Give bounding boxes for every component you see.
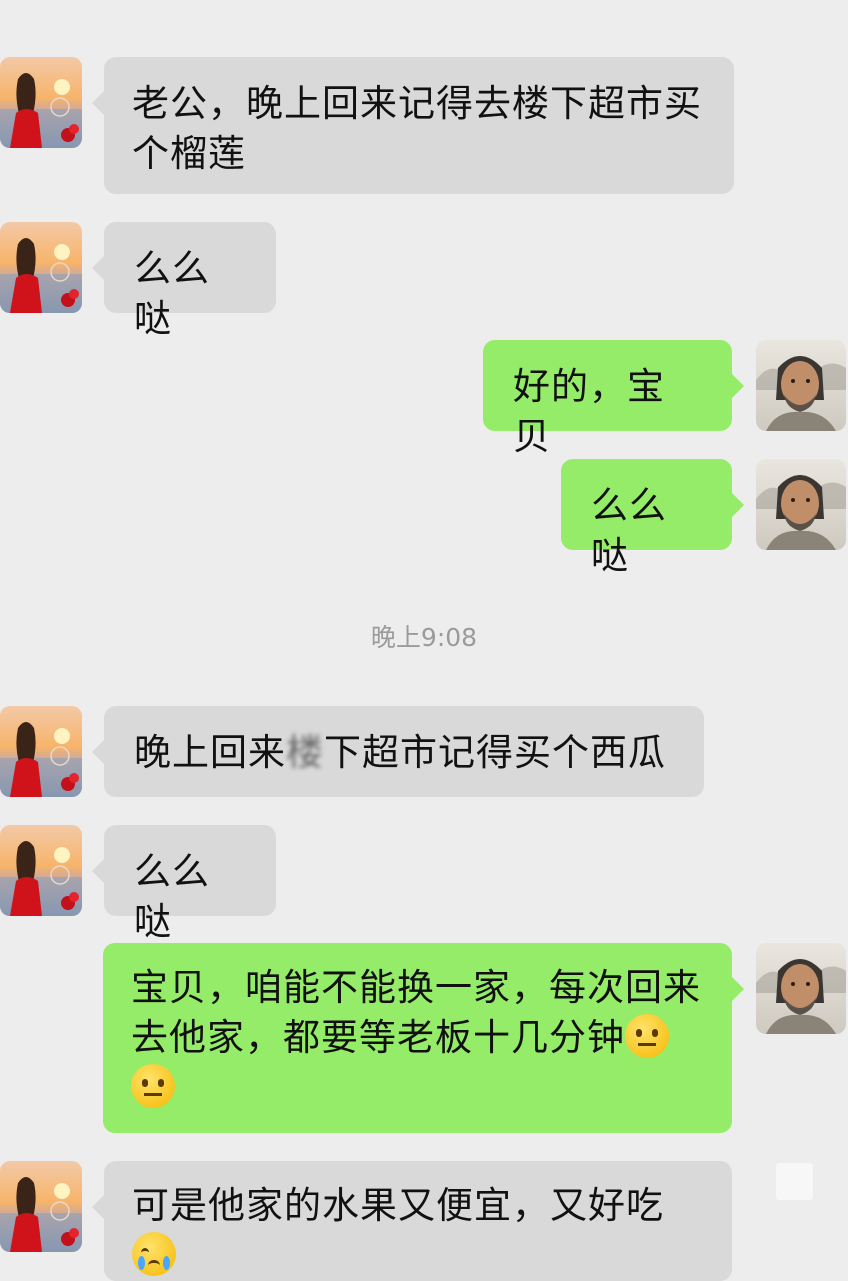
female-avatar[interactable] [0, 1161, 82, 1252]
woman-red-dress-sunset-avatar-icon [0, 1161, 82, 1252]
neutral-face-emoji-icon [625, 1014, 669, 1058]
female-avatar[interactable] [0, 825, 82, 916]
message-text: 么么哒 [591, 484, 667, 577]
neutral-face-emoji-icon [131, 1064, 175, 1108]
message-text-line: 宝贝，咱能不能换一家，每次回来 [131, 966, 701, 1009]
female-avatar[interactable] [0, 222, 82, 313]
message-text: 去他家，都要等老板十几分钟 [131, 1016, 625, 1059]
female-avatar[interactable] [0, 706, 82, 797]
message-bubble-4[interactable]: 么么哒 [561, 459, 744, 577]
message-bubble-2[interactable]: 么么哒 [92, 222, 276, 340]
crying-face-emoji-icon [132, 1232, 176, 1276]
message-bubble-7[interactable]: 宝贝，咱能不能换一家，每次回来 去他家，都要等老板十几分钟 [103, 943, 744, 1133]
message-emoji-line [131, 1063, 704, 1113]
message-text: 么么哒 [134, 247, 210, 340]
man-long-hair-beard-avatar-icon [756, 943, 846, 1034]
message-text: 老公，晚上回来记得去楼下超市买个榴莲 [132, 82, 702, 175]
message-text: 可是他家的水果又便宜，又好吃 [132, 1184, 664, 1227]
man-long-hair-beard-avatar-icon [756, 340, 846, 431]
message-bubble-3[interactable]: 好的，宝贝 [483, 340, 744, 458]
message-text: 么么哒 [134, 850, 210, 943]
woman-red-dress-sunset-avatar-icon [0, 222, 82, 313]
message-bubble-6[interactable]: 么么哒 [92, 825, 276, 943]
man-long-hair-beard-avatar-icon [756, 459, 846, 550]
message-bubble-1[interactable]: 老公，晚上回来记得去楼下超市买个榴莲 [92, 57, 734, 194]
blurred-text: 楼 [286, 731, 324, 774]
floating-square-button[interactable] [776, 1163, 813, 1200]
message-text: 好的，宝贝 [513, 365, 665, 458]
message-text-line: 去他家，都要等老板十几分钟 [131, 1013, 704, 1063]
male-avatar[interactable] [756, 340, 846, 431]
message-bubble-5[interactable]: 晚上回来楼下超市记得买个西瓜 [92, 706, 704, 797]
male-avatar[interactable] [756, 943, 846, 1034]
chat-timestamp: 晚上9:08 [370, 623, 478, 652]
message-text-part: 下超市记得买个西瓜 [324, 731, 666, 774]
woman-red-dress-sunset-avatar-icon [0, 57, 82, 148]
male-avatar[interactable] [756, 459, 846, 550]
message-text-part: 晚上回来 [134, 731, 286, 774]
woman-red-dress-sunset-avatar-icon [0, 706, 82, 797]
female-avatar[interactable] [0, 57, 82, 148]
message-bubble-8[interactable]: 可是他家的水果又便宜，又好吃 [92, 1161, 732, 1281]
woman-red-dress-sunset-avatar-icon [0, 825, 82, 916]
